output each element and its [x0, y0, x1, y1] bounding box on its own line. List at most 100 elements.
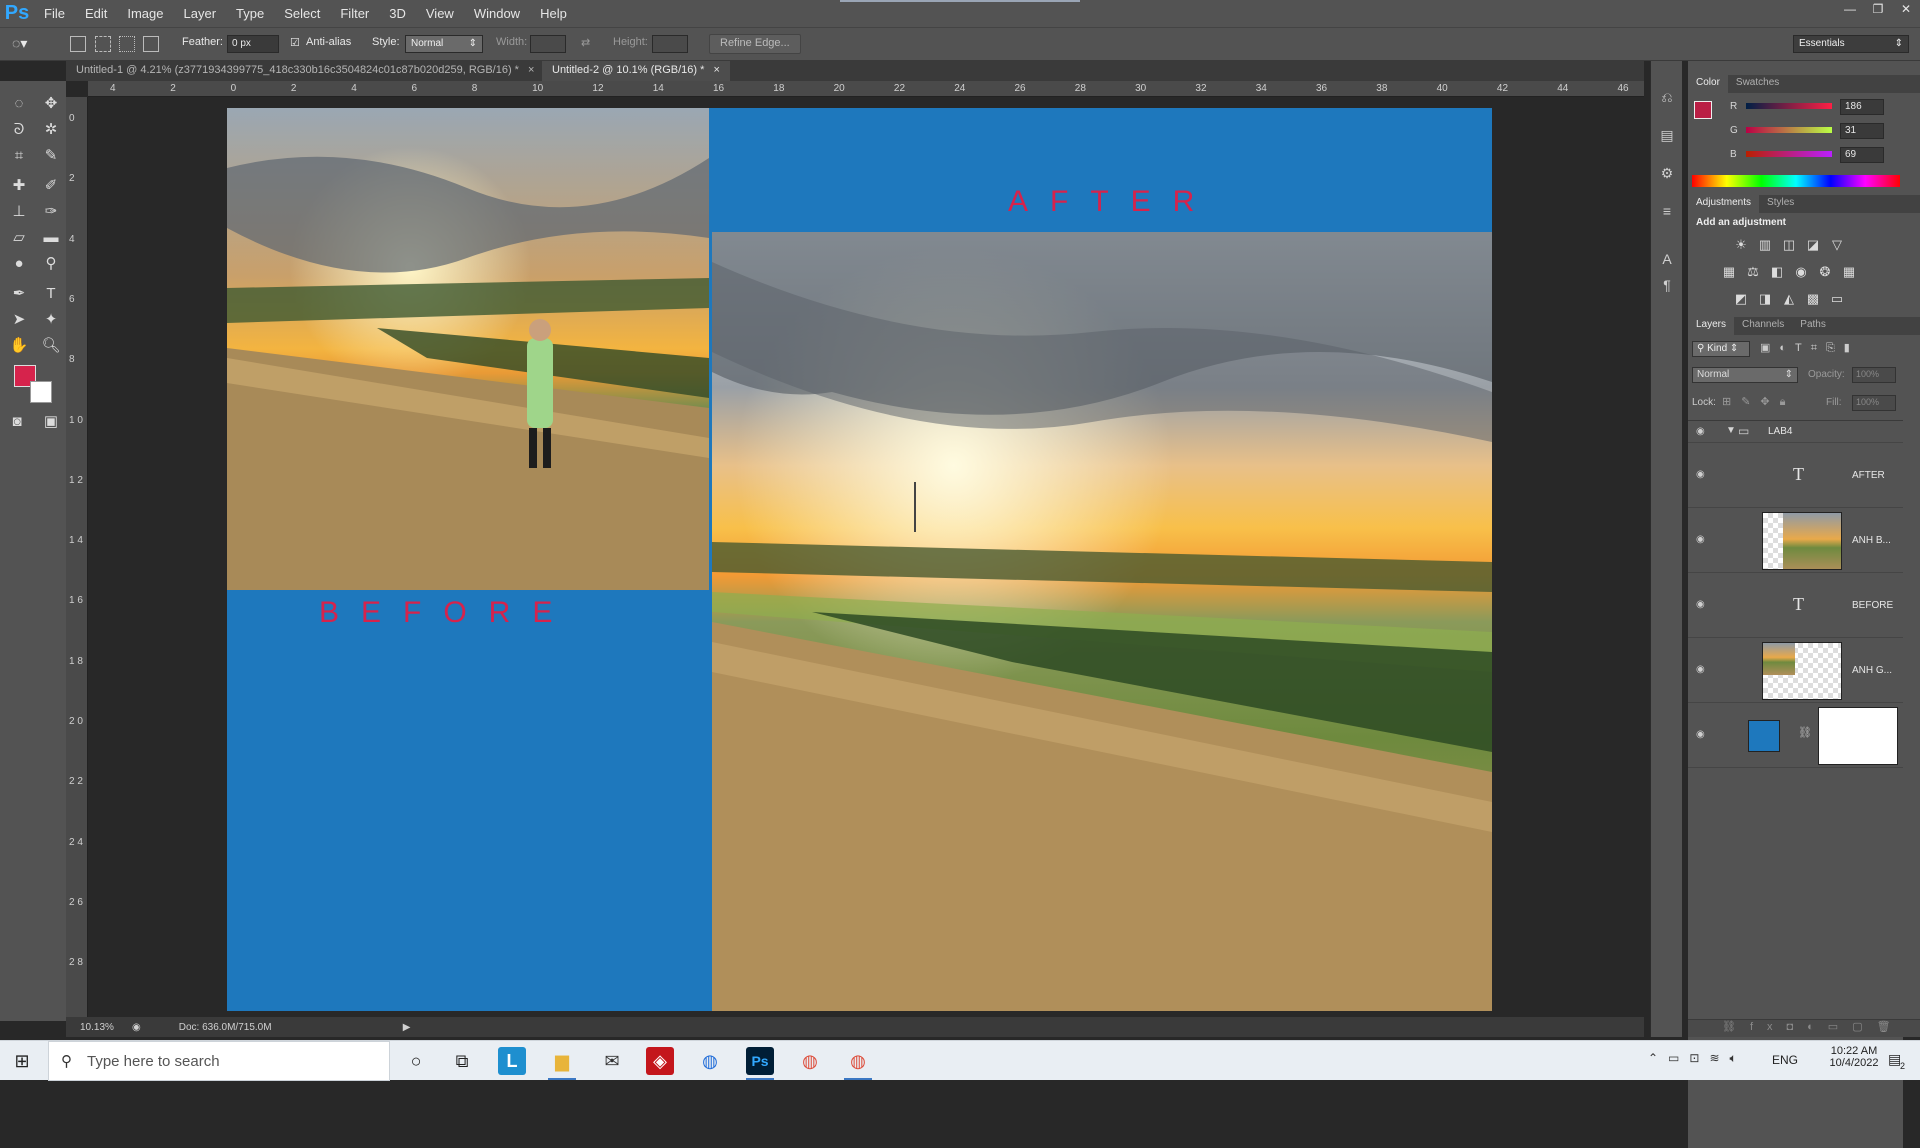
- fill-input[interactable]: 100%: [1852, 395, 1896, 411]
- chrome-profile-icon[interactable]: ◍: [844, 1047, 872, 1075]
- menu-window[interactable]: Window: [464, 6, 530, 21]
- menu-select[interactable]: Select: [274, 6, 330, 21]
- swap-icon[interactable]: ⇄: [581, 36, 590, 49]
- menu-3d[interactable]: 3D: [379, 6, 416, 21]
- visibility-eye-icon[interactable]: ◉: [1696, 600, 1710, 610]
- cortana-icon[interactable]: ○: [402, 1047, 430, 1075]
- invert-icon[interactable]: ◩: [1732, 290, 1750, 308]
- zoom-tool-icon[interactable]: 🔍︎: [40, 335, 62, 357]
- marquee-tool-icon[interactable]: ◌: [8, 93, 30, 115]
- opacity-input[interactable]: 100%: [1852, 367, 1896, 383]
- close-icon[interactable]: ✕: [1892, 0, 1920, 20]
- menu-layer[interactable]: Layer: [174, 6, 227, 21]
- layer-row-anh-b[interactable]: ◉ ANH B...: [1688, 509, 1903, 573]
- tab-channels[interactable]: Channels: [1734, 317, 1792, 335]
- elliptical-marquee-icon[interactable]: ◌▾: [12, 35, 27, 52]
- layer-group-row[interactable]: ◉ ▼ ▭ LAB4: [1688, 421, 1903, 443]
- quick-mask-icon[interactable]: ◙: [6, 411, 28, 433]
- task-view-icon[interactable]: ⧉: [448, 1047, 476, 1075]
- layer-row-anh-g[interactable]: ◉ ANH G...: [1688, 639, 1903, 703]
- color-spectrum[interactable]: [1692, 175, 1900, 187]
- minimize-icon[interactable]: —: [1836, 0, 1864, 20]
- refine-edge-button[interactable]: Refine Edge...: [709, 34, 801, 54]
- height-input[interactable]: [652, 35, 688, 53]
- curves-icon[interactable]: ◫: [1780, 236, 1798, 254]
- r-input[interactable]: 186: [1840, 99, 1884, 115]
- posterize-icon[interactable]: ◨: [1756, 290, 1774, 308]
- zoom-level[interactable]: 10.13%: [80, 1022, 122, 1033]
- link-icon[interactable]: ⛓: [1798, 726, 1812, 739]
- taskbar-search[interactable]: ⚲ Type here to search: [48, 1041, 390, 1081]
- pen-tool-icon[interactable]: ✒: [8, 283, 30, 305]
- hue-saturation-icon[interactable]: ▦: [1720, 263, 1738, 281]
- healing-brush-icon[interactable]: ✚: [8, 175, 30, 197]
- lock-icons[interactable]: ⊞✎✥🔒︎: [1722, 395, 1796, 409]
- b-slider[interactable]: [1746, 151, 1832, 157]
- menu-view[interactable]: View: [416, 6, 464, 21]
- brightness-icon[interactable]: ☀: [1732, 236, 1750, 254]
- new-selection-icon[interactable]: [70, 36, 86, 52]
- windows-start-icon[interactable]: ⊞: [8, 1047, 36, 1075]
- layer-row-fill[interactable]: ◉ ⛓: [1688, 704, 1903, 768]
- g-slider[interactable]: [1746, 127, 1832, 133]
- feather-input[interactable]: 0 px: [227, 35, 279, 53]
- move-tool-icon[interactable]: ✥: [40, 93, 62, 115]
- document-canvas[interactable]: AFTER BEFORE: [227, 108, 1492, 1011]
- photoshop-taskbar-icon[interactable]: Ps: [746, 1047, 774, 1075]
- vibrance-icon[interactable]: ▽: [1828, 236, 1846, 254]
- workspace-select[interactable]: Essentials ⇕: [1793, 35, 1909, 53]
- layers-footer-icons[interactable]: ⛓fx◘◐▭▢🗑︎: [1688, 1019, 1920, 1037]
- history-icon[interactable]: ⎌: [1657, 89, 1677, 109]
- zalo-icon[interactable]: ◍: [696, 1047, 724, 1075]
- menu-help[interactable]: Help: [530, 6, 577, 21]
- visibility-eye-icon[interactable]: ◉: [1696, 470, 1710, 480]
- shape-tool-icon[interactable]: ✦: [40, 309, 62, 331]
- black-white-icon[interactable]: ◧: [1768, 263, 1786, 281]
- add-selection-icon[interactable]: [95, 36, 111, 52]
- expand-arrow-icon[interactable]: ▼: [1726, 425, 1736, 436]
- selective-color-icon[interactable]: ▩: [1804, 290, 1822, 308]
- tab-paths[interactable]: Paths: [1792, 317, 1834, 335]
- channel-mixer-icon[interactable]: ❂: [1816, 263, 1834, 281]
- background-color-swatch[interactable]: [30, 381, 52, 403]
- antialias-checkbox[interactable]: ☑: [290, 36, 300, 49]
- actions-icon[interactable]: ▤: [1657, 127, 1677, 147]
- crop-tool-icon[interactable]: ⌗: [8, 145, 30, 167]
- clock[interactable]: 10:22 AM 10/4/2022: [1828, 1045, 1880, 1069]
- gradient-map-icon[interactable]: ▭: [1828, 290, 1846, 308]
- visibility-eye-icon[interactable]: ◉: [1696, 665, 1710, 675]
- r-slider[interactable]: [1746, 103, 1832, 109]
- close-icon[interactable]: ×: [713, 64, 719, 76]
- app-l-icon[interactable]: L: [498, 1047, 526, 1075]
- foreground-color-chip[interactable]: [1694, 101, 1712, 119]
- menu-image[interactable]: Image: [117, 6, 173, 21]
- screen-mode-icon[interactable]: ▣: [40, 411, 62, 433]
- blend-mode-select[interactable]: Normal ⇕: [1692, 367, 1798, 383]
- lasso-tool-icon[interactable]: ᘐ: [8, 119, 30, 141]
- type-tool-icon[interactable]: T: [40, 283, 62, 305]
- path-selection-icon[interactable]: ➤: [8, 309, 30, 331]
- dodge-tool-icon[interactable]: ⚲: [40, 253, 62, 275]
- status-menu-arrow-icon[interactable]: ▶: [403, 1022, 411, 1033]
- visibility-eye-icon[interactable]: ◉: [1696, 535, 1710, 545]
- threshold-icon[interactable]: ◭: [1780, 290, 1798, 308]
- tab-layers[interactable]: Layers: [1688, 317, 1735, 335]
- visibility-eye-icon[interactable]: ◉: [1696, 730, 1710, 740]
- menu-type[interactable]: Type: [226, 6, 274, 21]
- filter-kind-select[interactable]: ⚲ Kind ⇕: [1692, 341, 1750, 357]
- close-icon[interactable]: ×: [528, 64, 534, 76]
- history-brush-icon[interactable]: ✑: [40, 201, 62, 223]
- tab-adjustments[interactable]: Adjustments: [1688, 195, 1760, 213]
- tab-color[interactable]: Color: [1688, 75, 1728, 93]
- mail-icon[interactable]: ✉: [598, 1047, 626, 1075]
- tab-swatches[interactable]: Swatches: [1728, 75, 1787, 93]
- menu-file[interactable]: File: [34, 6, 75, 21]
- clone-stamp-icon[interactable]: ⊥: [8, 201, 30, 223]
- file-explorer-icon[interactable]: ▆: [548, 1047, 576, 1075]
- tab-styles[interactable]: Styles: [1759, 195, 1802, 213]
- g-input[interactable]: 31: [1840, 123, 1884, 139]
- paragraph-icon[interactable]: ¶: [1657, 277, 1677, 297]
- menu-filter[interactable]: Filter: [330, 6, 379, 21]
- layer-comps-icon[interactable]: ≡: [1657, 203, 1677, 223]
- restore-icon[interactable]: ❐: [1864, 0, 1892, 20]
